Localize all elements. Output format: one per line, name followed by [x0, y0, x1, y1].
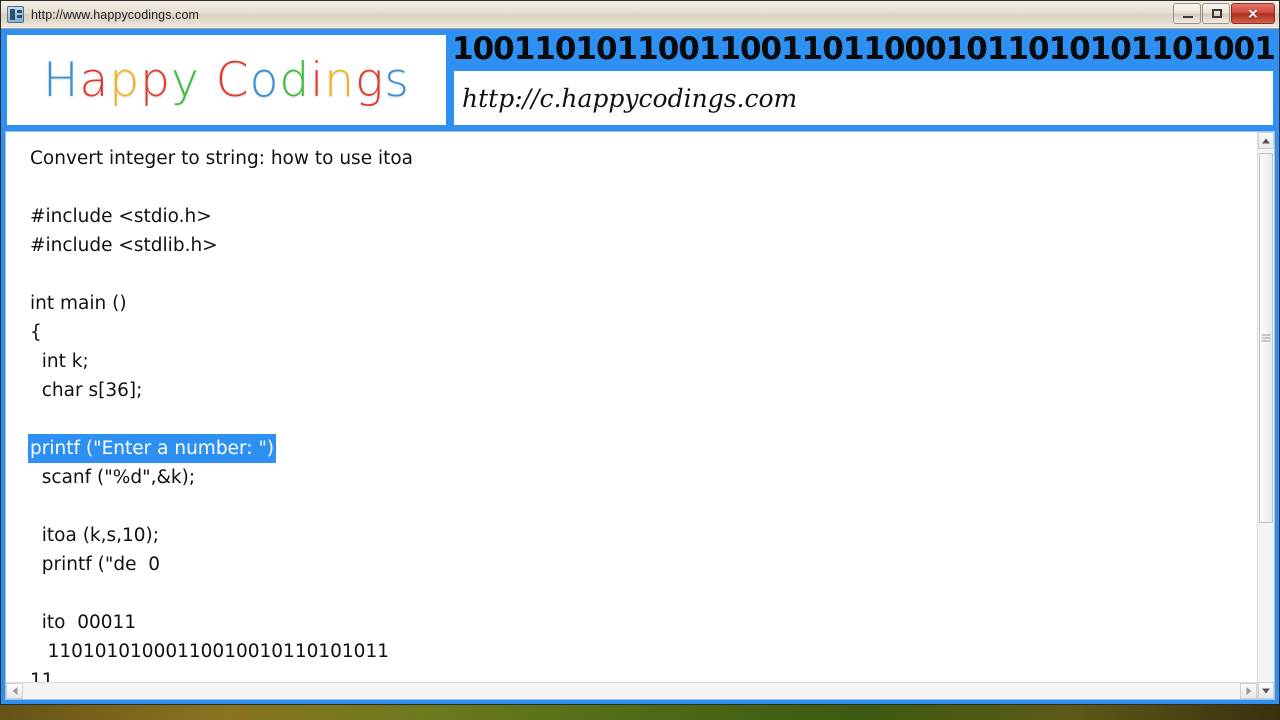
web-page: Happy Codings 10011010110011001101100010…: [1, 29, 1279, 704]
scroll-right-button[interactable]: [1240, 683, 1257, 699]
code-line-1: #include <stdio.h>: [30, 206, 212, 227]
logo-letter-11: g: [355, 52, 385, 108]
logo-letter-4: y: [171, 52, 200, 108]
close-icon: ✕: [1247, 6, 1259, 21]
window-title: http://www.happycodings.com: [31, 7, 200, 22]
logo-letter-6: C: [215, 52, 250, 108]
site-url-text: http://c.happycodings.com: [462, 83, 798, 113]
horizontal-scroll-track[interactable]: [23, 683, 1240, 699]
content-column: Convert integer to string: how to use it…: [6, 132, 1257, 699]
code-line-after-4: [30, 579, 1257, 608]
minimize-button[interactable]: [1173, 3, 1201, 24]
code-line-4: int main (): [30, 293, 127, 314]
logo-letter-5: [200, 53, 216, 108]
code-line-after-2: itoa (k,s,10);: [30, 525, 160, 546]
scroll-up-button[interactable]: [1258, 132, 1274, 149]
maximize-button[interactable]: [1202, 3, 1230, 24]
logo-letter-8: d: [279, 52, 311, 108]
close-button[interactable]: ✕: [1231, 3, 1275, 24]
horizontal-scrollbar[interactable]: [6, 682, 1257, 699]
logo-letter-1: a: [79, 52, 110, 108]
code-line-selected: printf ("Enter a number: "): [28, 434, 1257, 463]
chevron-right-icon: [1246, 687, 1251, 695]
code-line-5: {: [30, 322, 42, 343]
vertical-scrollbar[interactable]: [1257, 132, 1274, 699]
banner-right: 1001101011001100110110001011010101101001…: [452, 33, 1275, 127]
window-controls: ✕: [1173, 3, 1275, 24]
page-heading: Convert integer to string: how to use it…: [30, 148, 413, 169]
code-line-after-6: 11010101000110010010110101011: [30, 641, 389, 662]
chevron-down-icon: [1262, 688, 1270, 693]
title-bar[interactable]: http://www.happycodings.com ✕: [1, 1, 1279, 29]
code-listing[interactable]: Convert integer to string: how to use it…: [6, 132, 1257, 682]
maximize-icon: [1212, 9, 1222, 18]
scroll-left-button[interactable]: [6, 683, 23, 699]
logo-text: Happy Codings: [43, 53, 410, 108]
scroll-down-button[interactable]: [1258, 682, 1274, 699]
minimize-icon: [1183, 16, 1193, 18]
site-url-box: http://c.happycodings.com: [452, 69, 1275, 127]
code-line-7: char s[36];: [30, 380, 143, 401]
chevron-up-icon: [1262, 138, 1270, 143]
code-line-after-5: ito 00011: [30, 612, 137, 633]
logo-letter-7: o: [249, 52, 280, 108]
logo-letter-0: H: [43, 52, 80, 108]
chevron-left-icon: [12, 687, 17, 695]
site-logo[interactable]: Happy Codings: [5, 33, 448, 127]
logo-letter-3: p: [140, 52, 172, 108]
vertical-scroll-thumb[interactable]: [1259, 153, 1273, 523]
grip-icon: [1261, 334, 1271, 342]
logo-letter-2: p: [109, 52, 141, 108]
vertical-scroll-track[interactable]: [1258, 149, 1274, 682]
logo-letter-9: i: [310, 52, 325, 108]
code-line-after-0: scanf ("%d",&k);: [30, 467, 196, 488]
site-banner: Happy Codings 10011010110011001101100010…: [5, 33, 1275, 127]
selected-code-line[interactable]: printf ("Enter a number: "): [28, 434, 277, 463]
code-line-after-1: [30, 492, 1257, 521]
webpage-icon: [7, 6, 24, 23]
logo-letter-12: s: [384, 52, 410, 108]
code-line-after-7: 11: [30, 670, 54, 682]
binary-decoration: 1001101011001100110110001011010101101001…: [452, 33, 1275, 65]
content-area: Convert integer to string: how to use it…: [5, 131, 1275, 700]
code-line-6: int k;: [30, 351, 89, 372]
code-line-after-3: printf ("de 0: [30, 554, 161, 575]
desktop-background: http://www.happycodings.com ✕ Happy Codi…: [0, 0, 1280, 720]
browser-window: http://www.happycodings.com ✕ Happy Codi…: [0, 0, 1280, 705]
logo-letter-10: n: [324, 52, 356, 108]
code-line-2: #include <stdlib.h>: [30, 235, 218, 256]
